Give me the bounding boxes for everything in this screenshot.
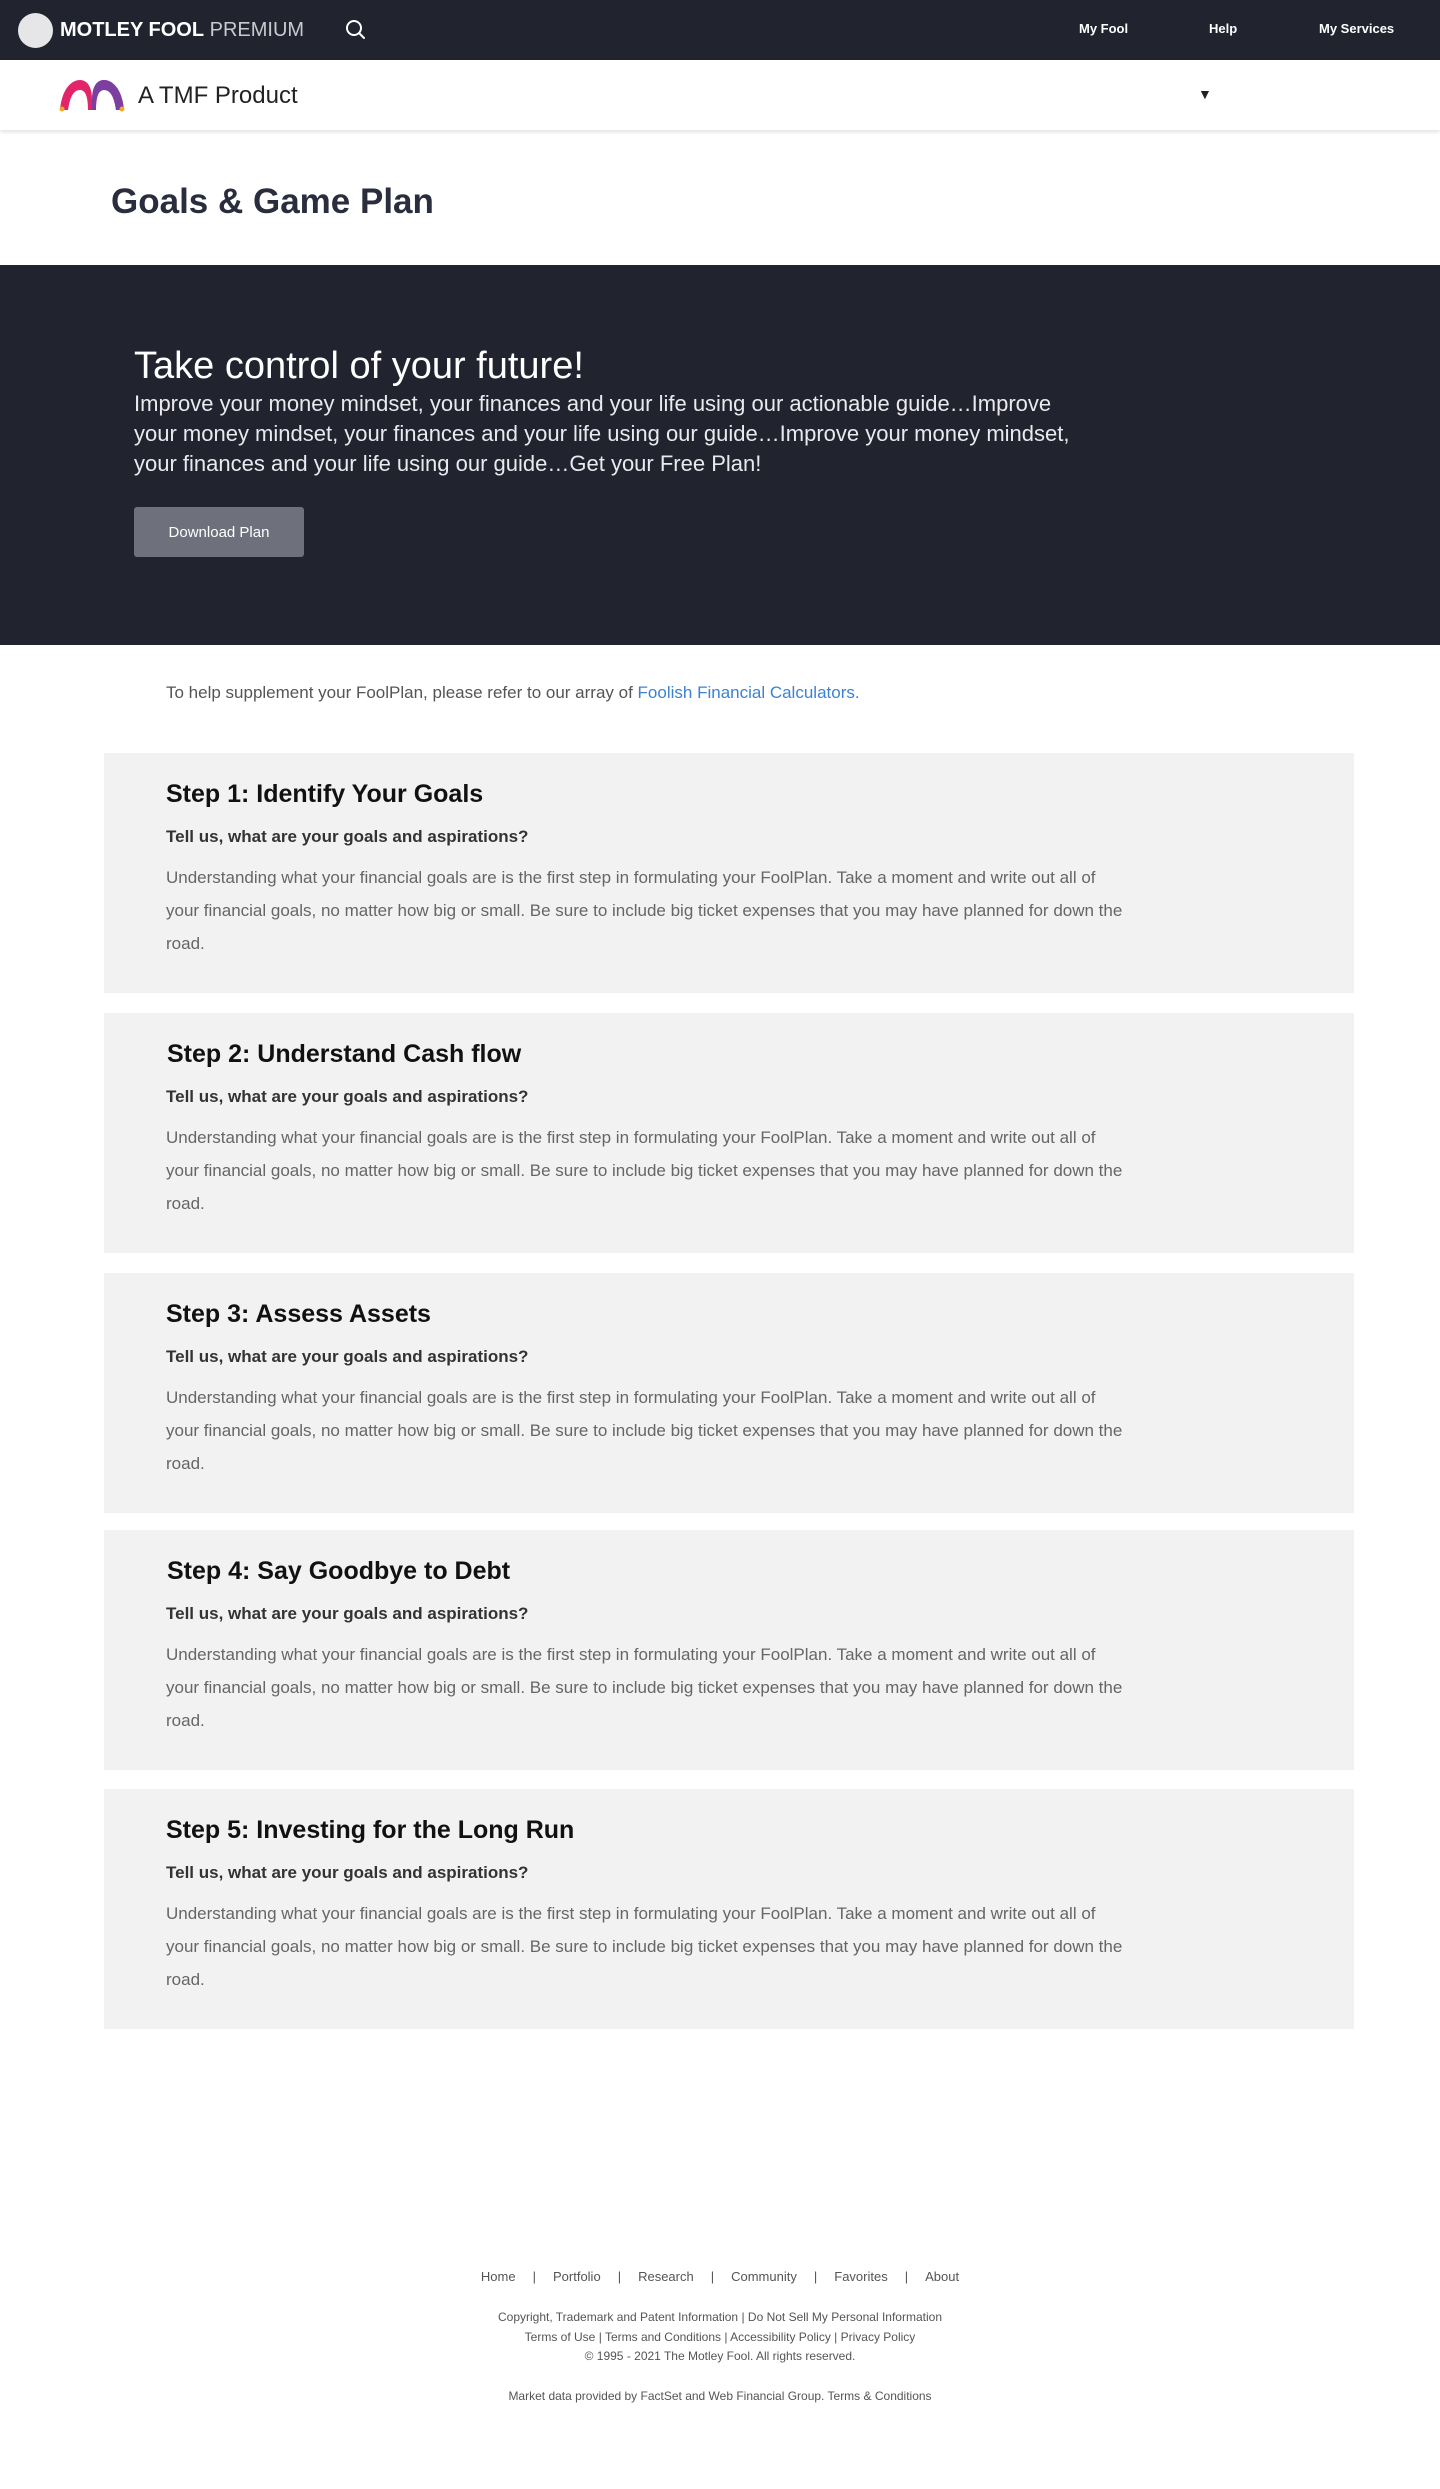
brand-name[interactable]: MOTLEY FOOL PREMIUM: [60, 19, 304, 42]
footer-legal-line-1: Copyright, Trademark and Patent Informat…: [497, 2310, 942, 2324]
search-icon[interactable]: [344, 18, 368, 42]
product-bar: A TMF Product ▼: [0, 60, 1440, 130]
top-navigation: MOTLEY FOOL PREMIUM My Fool Help My Serv…: [0, 0, 1440, 60]
intro-text: To help supplement your FoolPlan, please…: [166, 683, 860, 703]
hero-heading: Take control of your future!: [134, 345, 584, 387]
intro-text-body: To help supplement your FoolPlan, please…: [166, 683, 638, 702]
step-title: Step 4: Say Goodbye to Debt: [167, 1557, 511, 1585]
nav-my-fool[interactable]: My Fool: [1079, 21, 1128, 36]
motley-fool-logo-icon[interactable]: [18, 13, 53, 48]
financial-calculators-link[interactable]: Foolish Financial Calculators.: [638, 683, 860, 702]
step-body: Understanding what your financial goals …: [166, 1128, 1123, 1213]
step-subtitle: Tell us, what are your goals and aspirat…: [166, 1863, 529, 1882]
brand-bold: MOTLEY FOOL: [60, 19, 205, 41]
terms-of-use-link[interactable]: Terms of Use: [525, 2330, 596, 2344]
market-data-text: Market data provided by FactSet and Web …: [508, 2389, 825, 2403]
nav-help[interactable]: Help: [1209, 21, 1237, 36]
copyright-trademark-link[interactable]: Copyright, Trademark and Patent Informat…: [498, 2310, 738, 2324]
footer-link-home[interactable]: Home: [481, 2269, 516, 2284]
step-title: Step 3: Assess Assets: [166, 1300, 431, 1328]
privacy-policy-link[interactable]: Privacy Policy: [841, 2330, 916, 2344]
footer-link-community[interactable]: Community: [731, 2269, 797, 2284]
accessibility-policy-link[interactable]: Accessibility Policy: [730, 2330, 831, 2344]
copyright-text: © 1995 - 2021 The Motley Fool. All right…: [584, 2349, 856, 2363]
chevron-down-icon[interactable]: ▼: [1198, 86, 1212, 102]
step-body: Understanding what your financial goals …: [166, 1388, 1123, 1473]
nav-my-services[interactable]: My Services: [1319, 21, 1394, 36]
step-card: Step 2: Understand Cash flow Tell us, wh…: [104, 1013, 1354, 1253]
footer-separator: |: [617, 2269, 622, 2284]
step-subtitle: Tell us, what are your goals and aspirat…: [166, 1087, 529, 1106]
terms-and-conditions-link[interactable]: Terms and Conditions: [605, 2330, 721, 2344]
footer-nav: Home | Portfolio | Research | Community | Favori…: [0, 2269, 1440, 2284]
step-card: Step 4: Say Goodbye to Debt Tell us, wha…: [104, 1530, 1354, 1770]
jester-cap-icon: [58, 78, 126, 112]
step-body: Understanding what your financial goals …: [166, 1645, 1123, 1730]
step-card: Step 3: Assess Assets Tell us, what are …: [104, 1273, 1354, 1513]
footer-link-favorites[interactable]: Favorites: [834, 2269, 887, 2284]
download-plan-button[interactable]: Download Plan: [134, 507, 304, 557]
step-title: Step 2: Understand Cash flow: [167, 1040, 522, 1068]
step-subtitle: Tell us, what are your goals and aspirat…: [166, 1347, 529, 1366]
step-subtitle: Tell us, what are your goals and aspirat…: [166, 1604, 529, 1623]
footer-legal-line-2: Terms of Use | Terms and Conditions | Ac…: [524, 2330, 916, 2344]
footer-separator: |: [532, 2269, 536, 2284]
step-title: Step 5: Investing for the Long Run: [166, 1816, 575, 1844]
market-data-terms-link[interactable]: Terms & Conditions: [828, 2389, 932, 2403]
step-body: Understanding what your financial goals …: [166, 868, 1123, 953]
footer-separator: |: [904, 2269, 909, 2284]
product-name: A TMF Product: [138, 82, 298, 109]
footer-link-research[interactable]: Research: [638, 2269, 694, 2284]
hero-banner: Take control of your future! Improve you…: [0, 265, 1440, 645]
page-title: Goals & Game Plan: [111, 182, 434, 221]
brand-premium: PREMIUM: [209, 19, 305, 41]
step-subtitle: Tell us, what are your goals and aspirat…: [166, 827, 529, 846]
step-body: Understanding what your financial goals …: [166, 1904, 1123, 1989]
footer-link-about[interactable]: About: [925, 2269, 959, 2284]
footer-separator: |: [813, 2269, 818, 2284]
hero-body: Improve your money mindset, your finance…: [134, 391, 1070, 476]
step-card: Step 1: Identify Your Goals Tell us, wha…: [104, 753, 1354, 993]
footer-separator: |: [710, 2269, 715, 2284]
footer-link-portfolio[interactable]: Portfolio: [553, 2269, 601, 2284]
step-title: Step 1: Identify Your Goals: [166, 780, 484, 808]
step-card: Step 5: Investing for the Long Run Tell …: [104, 1789, 1354, 2029]
market-data-notice: Market data provided by FactSet and Web …: [0, 2389, 1440, 2403]
do-not-sell-link[interactable]: Do Not Sell My Personal Information: [748, 2310, 942, 2324]
